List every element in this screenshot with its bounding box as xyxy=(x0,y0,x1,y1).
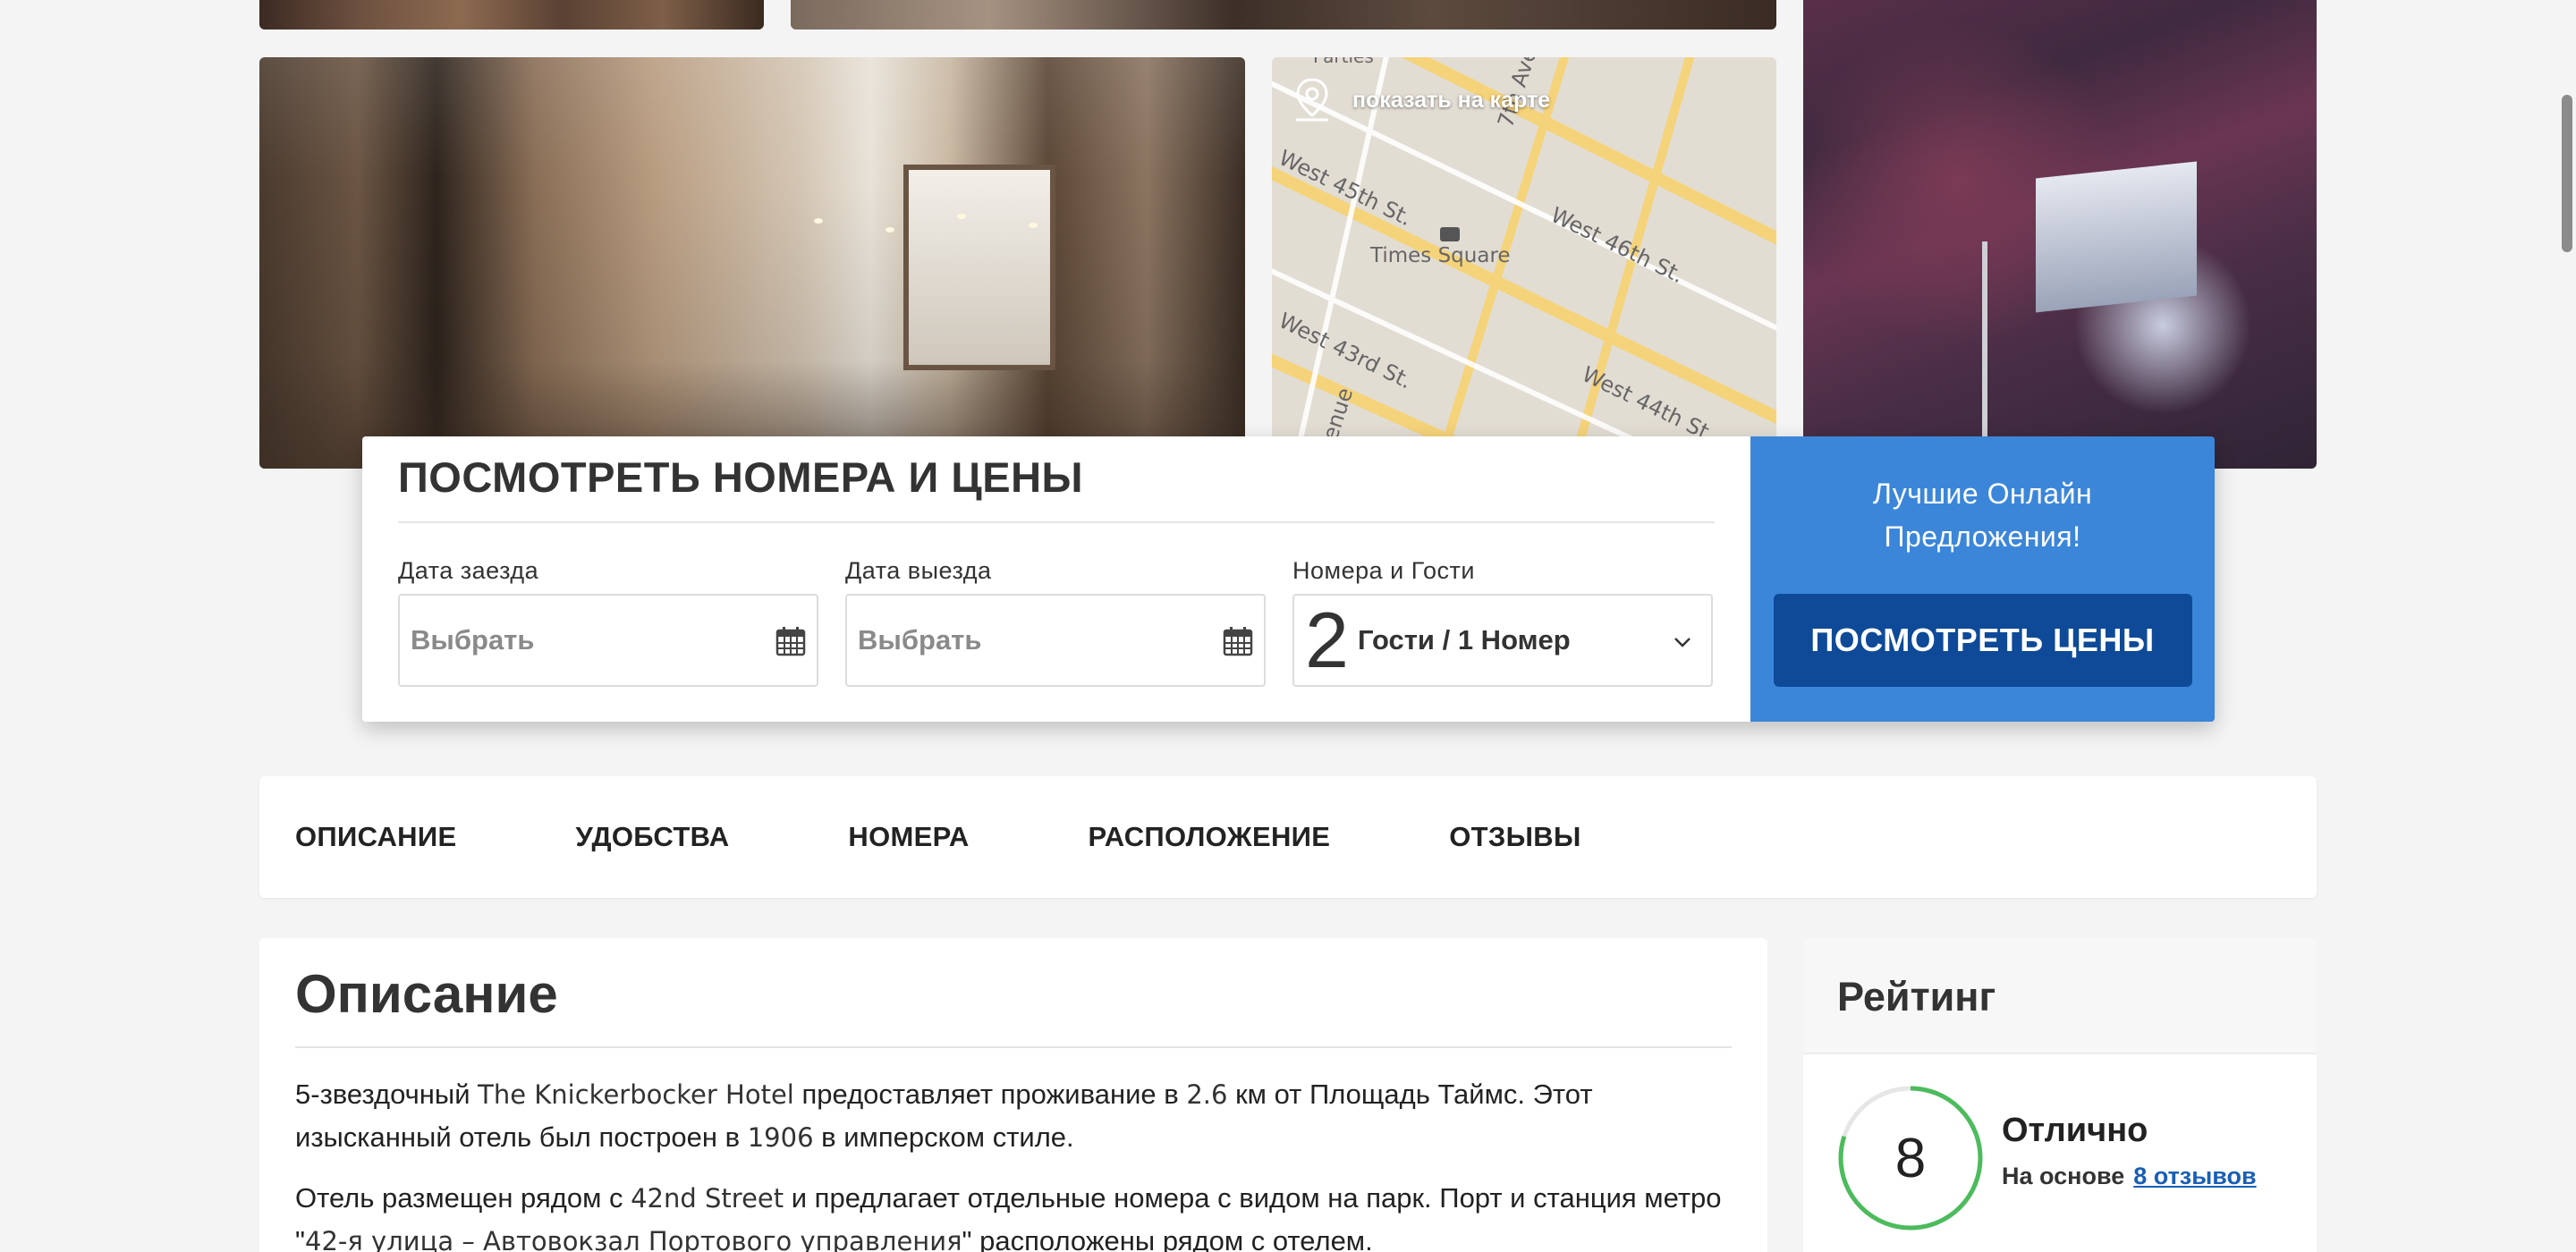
map-street-label: West 46th St. xyxy=(1546,202,1688,288)
section-tabs: ОПИСАНИЕ УДОБСТВА НОМЕРА РАСПОЛОЖЕНИЕ ОТ… xyxy=(259,776,2317,898)
checkout-input[interactable]: Выбрать xyxy=(845,594,1266,687)
map-pin-icon xyxy=(1296,78,1328,122)
text-run: в имперском стиле. xyxy=(813,1121,1074,1153)
description-paragraph: Отель размещен рядом с 42nd Street и пре… xyxy=(295,1177,1732,1252)
show-on-map-label: показать на карте xyxy=(1352,87,1551,113)
checkout-label: Дата выезда xyxy=(845,557,992,584)
checkin-field: Дата заезда Выбрать xyxy=(398,557,818,687)
guests-count: 2 xyxy=(1305,596,1349,684)
description-title: Описание xyxy=(295,963,1732,1048)
gallery-photo-lounge[interactable] xyxy=(791,0,1776,30)
promo-text: Лучшие Онлайн Предложения! xyxy=(1872,478,2093,553)
gallery-photo-lobby[interactable] xyxy=(259,57,1245,469)
score-value: 8 xyxy=(1894,1127,1927,1189)
billboard-screen xyxy=(2036,161,2197,313)
rating-section: Рейтинг 8 Отлично На основе 8 отзывов xyxy=(1803,938,2317,1252)
checkout-placeholder: Выбрать xyxy=(858,624,982,656)
booking-fields: Дата заезда Выбрать Дата выезда Выбрать … xyxy=(398,557,1715,687)
street-name: 42nd Street xyxy=(631,1183,784,1214)
year-value: 1906 xyxy=(747,1122,814,1153)
text-run: " расположены рядом с отелем. xyxy=(962,1225,1373,1252)
gallery-photo-times-square[interactable] xyxy=(1803,0,2317,469)
guests-summary: Гости / 1 Номер xyxy=(1357,624,1571,656)
guests-label: Номера и Гости xyxy=(1292,557,1475,584)
tab-location[interactable]: РАСПОЛОЖЕНИЕ xyxy=(1089,821,1331,853)
lobby-doorway xyxy=(903,165,1055,370)
map-street-label: Parties xyxy=(1313,57,1374,67)
tab-reviews[interactable]: ОТЗЫВЫ xyxy=(1449,821,1580,853)
checkin-label: Дата заезда xyxy=(398,557,539,584)
tab-description[interactable]: ОПИСАНИЕ xyxy=(295,821,456,853)
ceiling-light xyxy=(814,218,823,224)
description-paragraph: 5-звездочный The Knickerbocker Hotel пре… xyxy=(295,1073,1732,1159)
ceiling-light xyxy=(957,214,966,219)
score-basis: На основе 8 отзывов xyxy=(2002,1163,2257,1190)
hotel-name: The Knickerbocker Hotel xyxy=(478,1079,794,1110)
booking-form: ПОСМОТРЕТЬ НОМЕРА И ЦЕНЫ Дата заезда Выб… xyxy=(362,436,1750,722)
description-section: Описание 5-звездочный The Knickerbocker … xyxy=(259,938,1767,1252)
view-prices-button[interactable]: ПОСМОТРЕТЬ ЦЕНЫ xyxy=(1773,594,2192,687)
checkout-field: Дата выезда Выбрать xyxy=(845,557,1266,687)
score-basis-text: На основе xyxy=(2002,1163,2125,1189)
ceiling-light xyxy=(886,227,894,233)
guests-field: Номера и Гости 2 Гости / 1 Номер xyxy=(1292,557,1713,687)
street-pole xyxy=(1982,241,1987,469)
text-run: 5-звездочный xyxy=(295,1079,479,1110)
map-street-label: Times Square xyxy=(1369,244,1511,267)
ceiling-light xyxy=(1029,223,1038,228)
tab-amenities[interactable]: УДОБСТВА xyxy=(575,821,729,853)
show-on-map-link[interactable]: показать на карте xyxy=(1292,77,1550,123)
station-name: 42-я улица – Автовокзал Портового управл… xyxy=(305,1226,962,1252)
calendar-icon xyxy=(1223,627,1253,656)
text-run: предоставляет проживание в xyxy=(793,1079,1187,1110)
guests-select[interactable]: 2 Гости / 1 Номер xyxy=(1292,594,1713,687)
calendar-icon xyxy=(775,627,806,656)
checkin-placeholder: Выбрать xyxy=(411,624,535,656)
distance-value: 2.6 xyxy=(1186,1079,1228,1110)
map-thumbnail[interactable]: West 45th St. West 46th St. Times Square… xyxy=(1272,57,1776,469)
booking-panel: ПОСМОТРЕТЬ НОМЕРА И ЦЕНЫ Дата заезда Выб… xyxy=(362,436,2215,722)
chevron-down-icon xyxy=(1674,638,1690,647)
booking-cta: Лучшие Онлайн Предложения! ПОСМОТРЕТЬ ЦЕ… xyxy=(1750,436,2215,722)
booking-title: ПОСМОТРЕТЬ НОМЕРА И ЦЕНЫ xyxy=(398,453,1715,523)
score-ring: 8 xyxy=(1837,1085,1984,1231)
tab-rooms[interactable]: НОМЕРА xyxy=(848,821,969,853)
score-info: Отлично На основе 8 отзывов xyxy=(2002,1112,2257,1190)
rating-title: Рейтинг xyxy=(1837,974,1996,1019)
text-run: Отель размещен рядом с xyxy=(295,1182,631,1214)
scrollbar-thumb[interactable] xyxy=(2562,95,2572,252)
map-street-label: enue xyxy=(1318,385,1358,444)
gallery-photo-library[interactable] xyxy=(259,0,764,30)
rating-header: Рейтинг xyxy=(1803,938,2317,1054)
score-label: Отлично xyxy=(2002,1112,2148,1149)
rating-body: 8 Отлично На основе 8 отзывов xyxy=(1803,1054,2317,1231)
reviews-link[interactable]: 8 отзывов xyxy=(2133,1163,2256,1189)
checkin-input[interactable]: Выбрать xyxy=(398,594,818,687)
camera-icon xyxy=(1440,227,1460,241)
map-street-label: West 43rd St. xyxy=(1275,308,1416,393)
